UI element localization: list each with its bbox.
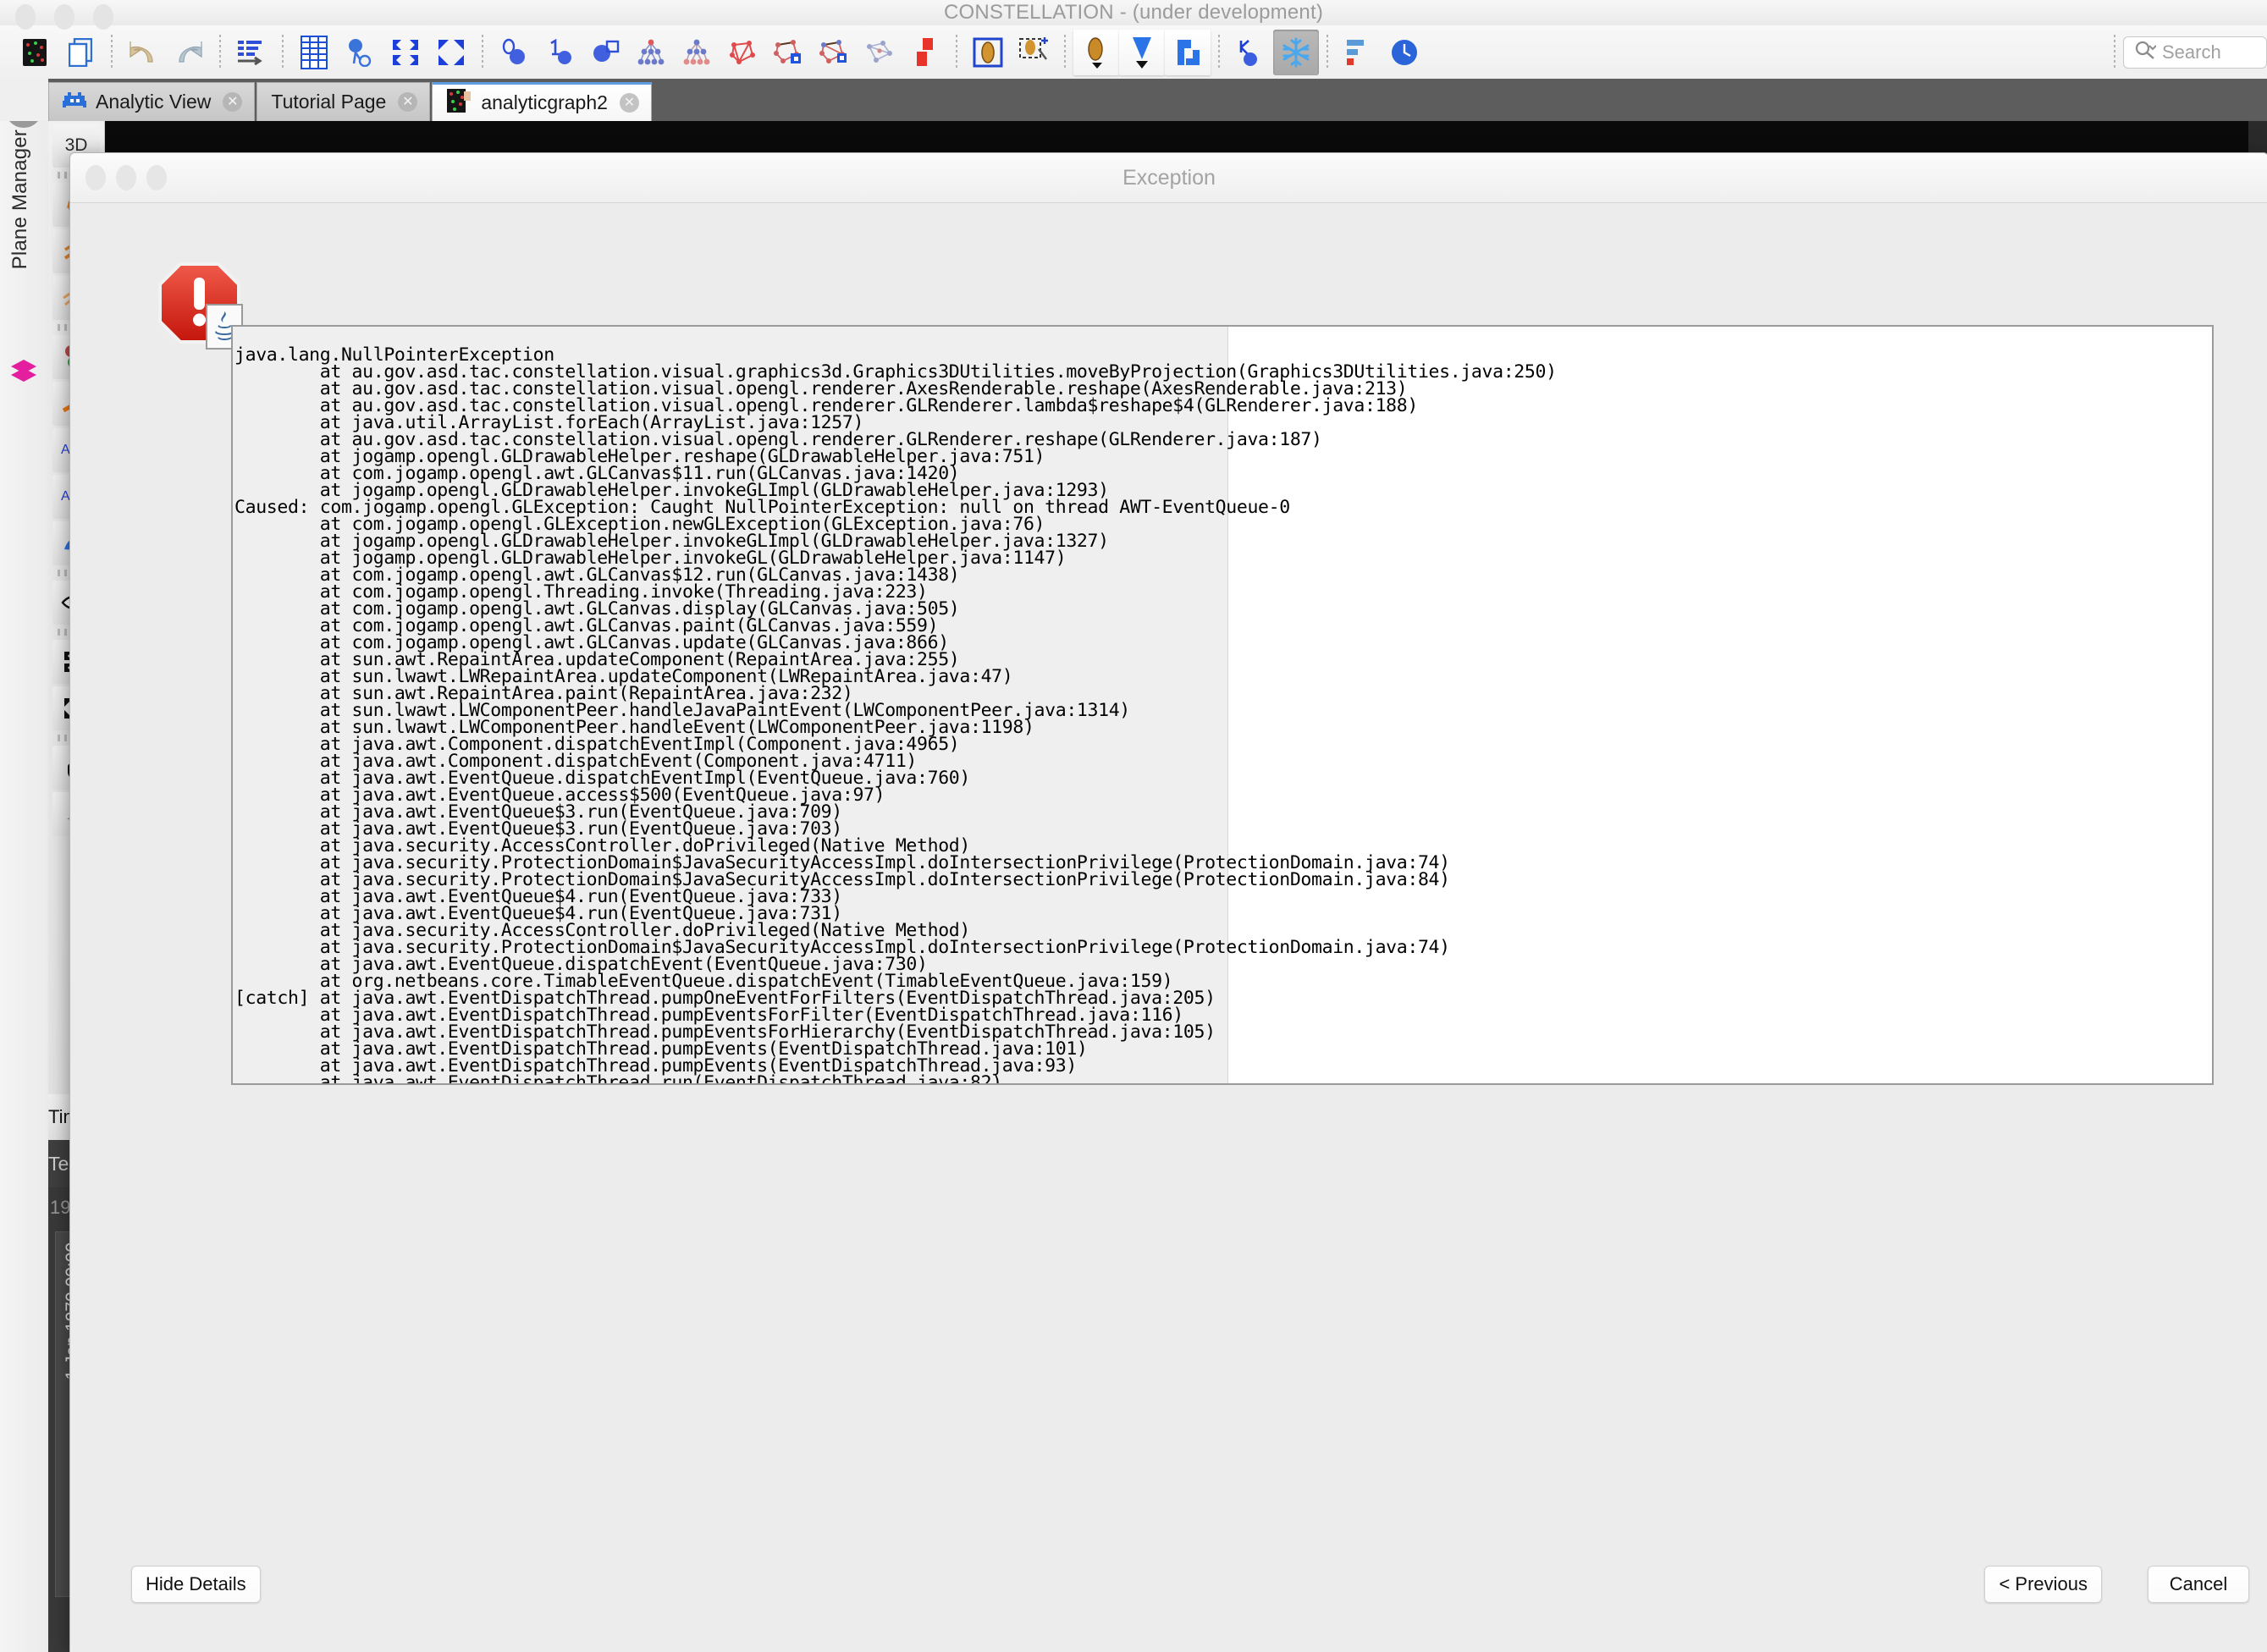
toolbar-separator [219, 34, 221, 70]
dialog-titlebar: Exception [70, 153, 2267, 203]
redo-icon[interactable] [166, 30, 212, 75]
window-titlebar: CONSTELLATION - (under development) [0, 0, 2267, 26]
zero-node-icon[interactable] [491, 30, 537, 75]
toolbar-separator [956, 34, 957, 70]
hierarchy-blue-icon[interactable] [628, 30, 674, 75]
node-loop-icon[interactable] [582, 30, 628, 75]
application-window: CONSTELLATION - (under development) Sear… [0, 0, 2267, 1652]
histogram-icon[interactable] [1336, 30, 1382, 75]
dialog-title: Exception [1122, 166, 1216, 190]
window-maximize-dot[interactable] [93, 4, 113, 30]
toolbar-separator [1218, 34, 1220, 70]
table-view-icon[interactable] [291, 30, 337, 75]
attribute-editor-icon[interactable] [229, 30, 274, 75]
time-icon[interactable] [1382, 30, 1427, 75]
graph-icon [446, 88, 472, 118]
zoom-in-icon[interactable] [383, 30, 428, 75]
search-icon [2134, 41, 2157, 63]
toolbar-separator [2114, 34, 2115, 70]
window-controls[interactable] [15, 4, 113, 30]
tab-analytic-view[interactable]: Analytic View ✕ [48, 82, 256, 121]
stack-trace-scrollpane[interactable]: java.lang.NullPointerException at au.gov… [231, 325, 2214, 1085]
node-select-icon[interactable] [337, 30, 383, 75]
toolbar-separator [282, 34, 284, 70]
graph-select-alt-icon[interactable] [811, 30, 857, 75]
stack-trace-text: java.lang.NullPointerException at au.gov… [234, 344, 1557, 1085]
tab-strip: Analytic View ✕ Tutorial Page ✕ analytic… [0, 79, 2267, 121]
k-node-icon[interactable] [1227, 30, 1273, 75]
toolbar-separator [482, 34, 483, 70]
previous-button[interactable]: < Previous [1984, 1566, 2102, 1603]
tab-label: Tutorial Page [271, 91, 387, 113]
toolbar-separator [111, 34, 113, 70]
one-node-icon[interactable] [537, 30, 582, 75]
graph-layers-icon[interactable] [857, 30, 902, 75]
analytic-view-icon [63, 91, 86, 113]
graph-red-icon[interactable] [720, 30, 765, 75]
cancel-button[interactable]: Cancel [2148, 1566, 2249, 1603]
select-frame-icon[interactable] [965, 30, 1011, 75]
zoom-out-icon[interactable] [428, 30, 474, 75]
window-close-dot[interactable] [15, 4, 36, 30]
new-graph-icon[interactable] [12, 30, 58, 75]
graph-select-icon[interactable] [765, 30, 811, 75]
tab-tutorial-page[interactable]: Tutorial Page ✕ [256, 82, 431, 121]
search-input[interactable]: Search [2123, 36, 2267, 69]
toolbar-separator [1064, 34, 1066, 70]
undo-icon[interactable] [120, 30, 166, 75]
red-blocks-icon[interactable] [902, 30, 948, 75]
window-title: CONSTELLATION - (under development) [943, 1, 1324, 24]
tab-analyticgraph2[interactable]: analyticgraph2 ✕ [432, 82, 652, 121]
search-placeholder: Search [2162, 41, 2221, 63]
layers-blue-icon[interactable] [1165, 29, 1211, 75]
toolbar-separator [1327, 34, 1328, 70]
exception-dialog: Exception java.lang.NullPointerException… [69, 152, 2267, 1652]
plane-manager-label: Plane Manager [8, 129, 31, 270]
close-icon[interactable]: ✕ [619, 93, 639, 113]
layers-diamond-icon [9, 358, 38, 388]
add-node-icon[interactable] [1011, 30, 1056, 75]
dialog-button-row: Hide Details < Previous Cancel [70, 1527, 2267, 1652]
copy-icon[interactable] [58, 30, 103, 75]
hierarchy-mixed-icon[interactable] [674, 30, 720, 75]
cone-dropdown-icon[interactable] [1119, 29, 1165, 75]
tab-label: analyticgraph2 [481, 91, 608, 113]
snowflake-icon[interactable] [1273, 29, 1319, 75]
hide-details-button[interactable]: Hide Details [131, 1566, 261, 1603]
left-dock: Plane Manager [0, 79, 49, 1652]
node-color-dropdown-icon[interactable] [1073, 29, 1119, 75]
close-icon[interactable]: ✕ [223, 92, 243, 112]
window-minimize-dot[interactable] [54, 4, 74, 30]
tab-label: Analytic View [96, 91, 212, 113]
close-icon[interactable]: ✕ [398, 92, 418, 112]
dialog-body: java.lang.NullPointerException at au.gov… [70, 203, 2267, 1652]
main-toolbar: Search [0, 4, 2267, 80]
